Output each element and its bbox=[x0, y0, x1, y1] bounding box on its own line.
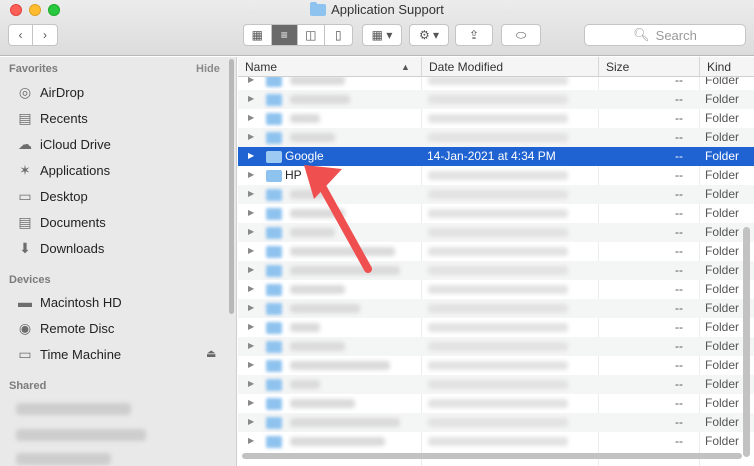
sidebar-item-macintosh-hd[interactable]: ▬ Macintosh HD bbox=[16, 291, 122, 313]
tag-icon: ⬭ bbox=[515, 27, 527, 42]
columns-icon: ◫ bbox=[305, 28, 317, 42]
sort-ascending-icon: ▲ bbox=[401, 62, 410, 72]
folder-icon bbox=[266, 170, 282, 182]
view-mode-control: ▦ ≡ ◫ ▯ bbox=[243, 24, 353, 46]
eject-icon[interactable]: ⏏ bbox=[206, 347, 216, 360]
column-kind[interactable]: Kind bbox=[699, 57, 754, 77]
annotation-arrow-icon bbox=[304, 165, 372, 273]
search-field[interactable]: 🔍︎ Search bbox=[584, 24, 746, 46]
favorites-heading: Favorites bbox=[9, 63, 58, 75]
sidebar-item-time-machine[interactable]: ▭ Time Machine bbox=[16, 343, 121, 365]
sidebar-item-recents[interactable]: ▤ Recents bbox=[16, 107, 87, 129]
list-item[interactable]: ▶ -- Folder bbox=[238, 375, 754, 394]
column-view-button[interactable]: ◫ bbox=[298, 25, 325, 45]
group-icon: ▦ ▾ bbox=[371, 28, 393, 42]
sidebar-item-airdrop[interactable]: ◎ AirDrop bbox=[16, 81, 84, 103]
search-icon: 🔍︎ bbox=[633, 27, 650, 42]
action-button[interactable]: ⚙ ▾ bbox=[409, 24, 449, 46]
column-size[interactable]: Size bbox=[598, 57, 699, 77]
desktop-icon: ▭ bbox=[18, 187, 32, 204]
gear-icon: ⚙ ▾ bbox=[418, 28, 440, 42]
list-icon: ≡ bbox=[280, 28, 288, 42]
recents-icon: ▤ bbox=[18, 109, 32, 126]
share-icon: ⇪ bbox=[468, 28, 480, 42]
list-item[interactable]: ▶ -- Folder bbox=[238, 128, 754, 147]
folder-icon bbox=[266, 151, 282, 163]
window-title: Application Support bbox=[0, 1, 754, 17]
shared-item-redacted[interactable] bbox=[16, 453, 111, 465]
column-date-modified[interactable]: Date Modified bbox=[421, 57, 598, 77]
tags-button[interactable]: ⬭ bbox=[501, 24, 541, 46]
devices-heading: Devices bbox=[9, 274, 51, 286]
sidebar-item-remote-disc[interactable]: ◉ Remote Disc bbox=[16, 317, 115, 339]
file-list: ▶ -- Folder ▶ -- Folder ▶ -- Folder ▶ -- Fol… bbox=[238, 77, 754, 466]
sidebar-item-icloud-drive[interactable]: ☁ iCloud Drive bbox=[16, 133, 111, 155]
disclosure-triangle-icon[interactable]: ▶ bbox=[248, 151, 254, 160]
sidebar: Favorites Hide ◎ AirDrop ▤ Recents ☁ iCl… bbox=[0, 57, 237, 466]
forward-button[interactable]: › bbox=[33, 25, 57, 45]
list-view-button[interactable]: ≡ bbox=[271, 25, 299, 45]
hard-drive-icon: ▬ bbox=[18, 294, 32, 310]
downloads-icon: ⬇ bbox=[19, 239, 31, 256]
hide-favorites-button[interactable]: Hide bbox=[196, 63, 220, 75]
list-item[interactable]: ▶ -- Folder bbox=[238, 337, 754, 356]
documents-icon: ▤ bbox=[18, 213, 32, 230]
list-item[interactable]: ▶ -- Folder bbox=[238, 432, 754, 451]
sidebar-item-applications[interactable]: ✶ Applications bbox=[16, 159, 110, 181]
sidebar-item-downloads[interactable]: ⬇ Downloads bbox=[16, 237, 104, 259]
shared-item-redacted[interactable] bbox=[16, 403, 131, 415]
time-machine-icon: ▭ bbox=[18, 345, 32, 362]
sidebar-item-desktop[interactable]: ▭ Desktop bbox=[16, 185, 87, 207]
list-item[interactable]: ▶ -- Folder bbox=[238, 356, 754, 375]
list-item[interactable]: ▶ -- Folder bbox=[238, 318, 754, 337]
list-item[interactable]: ▶ -- Folder bbox=[238, 109, 754, 128]
list-item[interactable]: ▶ -- Folder bbox=[238, 394, 754, 413]
list-item[interactable]: ▶ -- Folder bbox=[238, 413, 754, 432]
grid-icon: ▦ bbox=[251, 28, 263, 42]
group-button[interactable]: ▦ ▾ bbox=[362, 24, 402, 46]
list-item[interactable]: ▶ -- Folder bbox=[238, 90, 754, 109]
column-name[interactable]: Name ▲ bbox=[238, 57, 421, 77]
airdrop-icon: ◎ bbox=[18, 83, 32, 100]
list-horizontal-scrollbar[interactable] bbox=[242, 453, 742, 459]
gallery-view-button[interactable]: ▯ bbox=[325, 25, 352, 45]
gallery-icon: ▯ bbox=[334, 28, 342, 42]
toolbar: Application Support ‹ › ▦ ≡ ◫ ▯ ▦ ▾ ⚙ ▾ … bbox=[0, 0, 754, 56]
icon-view-button[interactable]: ▦ bbox=[244, 25, 272, 45]
back-button[interactable]: ‹ bbox=[9, 25, 34, 45]
sidebar-item-documents[interactable]: ▤ Documents bbox=[16, 211, 105, 233]
list-item[interactable]: ▶ -- Folder bbox=[238, 77, 754, 90]
chevron-left-icon: ‹ bbox=[18, 28, 23, 42]
disc-icon: ◉ bbox=[18, 319, 32, 336]
list-item[interactable]: ▶ -- Folder bbox=[238, 280, 754, 299]
applications-icon: ✶ bbox=[19, 161, 31, 178]
list-item[interactable]: ▶ -- Folder bbox=[238, 299, 754, 318]
sidebar-scrollbar[interactable] bbox=[228, 57, 236, 315]
share-button[interactable]: ⇪ bbox=[455, 24, 493, 46]
cloud-icon: ☁ bbox=[18, 135, 32, 152]
shared-item-redacted[interactable] bbox=[16, 429, 146, 441]
folder-icon bbox=[310, 1, 327, 16]
chevron-right-icon: › bbox=[43, 28, 47, 42]
shared-heading: Shared bbox=[9, 380, 47, 392]
nav-buttons: ‹ › bbox=[8, 24, 58, 46]
column-header: Name ▲ Date Modified Size Kind bbox=[238, 57, 754, 77]
list-vertical-scrollbar[interactable] bbox=[743, 227, 750, 457]
